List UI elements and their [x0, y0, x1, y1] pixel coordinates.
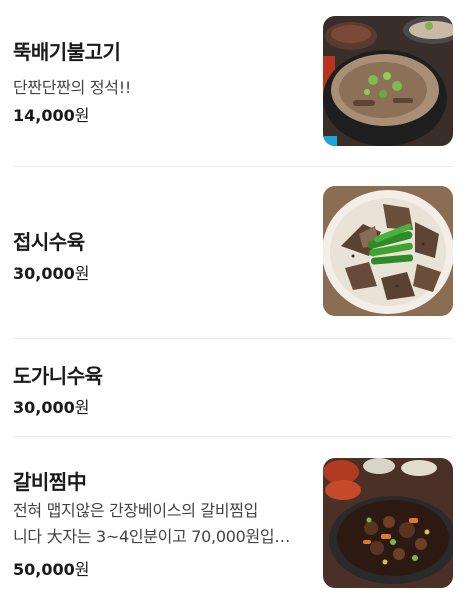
menu-item-price: 50,000원	[13, 560, 90, 579]
menu-item-description: 전혀 맵지않은 간장베이스의 갈비찜입 니다 大자는 3~4인분이고 70,00…	[13, 498, 303, 550]
divider	[13, 436, 453, 437]
menu-item-price: 30,000원	[13, 398, 90, 417]
menu-list: 뚝배기불고기 단짠단짠의 정석!! 14,000원 접시수육 30,000원 도…	[0, 0, 466, 604]
menu-item-ttukbaegi-bulgogi[interactable]: 뚝배기불고기 단짠단짠의 정석!! 14,000원	[13, 16, 453, 148]
menu-item-price: 30,000원	[13, 264, 90, 283]
menu-item-price: 14,000원	[13, 106, 90, 125]
divider	[13, 338, 453, 339]
menu-item-name: 갈비찜中	[13, 470, 87, 494]
description-line: 니다 大자는 3~4인분이고 70,000원입니다	[13, 527, 303, 546]
braised-short-ribs-photo	[323, 458, 453, 588]
menu-item-galbijjim-medium[interactable]: 갈비찜中 전혀 맵지않은 간장베이스의 갈비찜입 니다 大자는 3~4인분이고 …	[13, 458, 453, 590]
boiled-beef-plate-photo	[323, 186, 453, 316]
description-line: 전혀 맵지않은 간장베이스의 갈비찜입	[13, 501, 259, 520]
menu-item-plate-suyuk[interactable]: 접시수육 30,000원	[13, 186, 453, 318]
bulgogi-stew-photo	[323, 16, 453, 146]
menu-item-name: 접시수육	[13, 230, 85, 254]
menu-item-description: 단짠단짠의 정석!!	[13, 78, 131, 97]
menu-item-name: 뚝배기불고기	[13, 40, 121, 64]
menu-item-dogani-suyuk[interactable]: 도가니수육 30,000원	[13, 340, 453, 436]
menu-item-name: 도가니수육	[13, 364, 103, 388]
divider	[13, 166, 453, 167]
